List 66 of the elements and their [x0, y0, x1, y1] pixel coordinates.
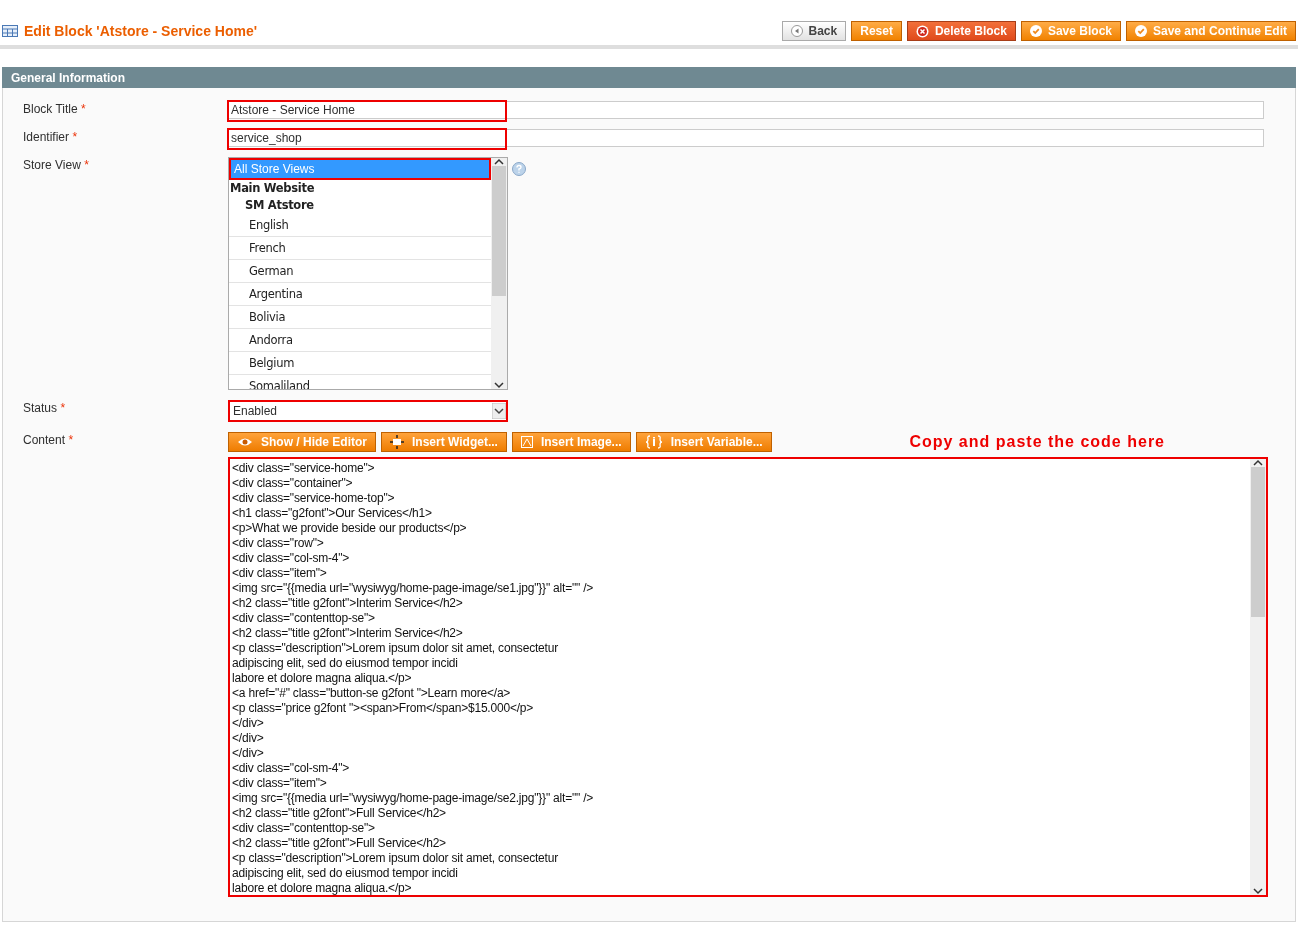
list-option[interactable]: English [229, 214, 491, 237]
code-line: <a href="#" class="button-se g2font ">Learn more</a> [232, 686, 512, 701]
code-line: <div class="col-sm-4"> [232, 761, 351, 776]
list-option[interactable]: French [229, 237, 491, 260]
code-line: <div class="col-sm-4"> [232, 551, 351, 566]
code-line: labore et dolore magna aliqua.</p> [232, 881, 413, 895]
check-icon [1135, 25, 1147, 37]
variable-icon [644, 435, 663, 449]
status-dropdown[interactable]: Enabled [228, 400, 508, 422]
list-option[interactable]: Bolivia [229, 306, 491, 329]
scroll-up-icon[interactable] [494, 158, 504, 166]
block-title-field[interactable]: Atstore - Service Home [228, 101, 1264, 119]
code-line: <p>What we provide beside our products</p> [232, 521, 468, 536]
code-line: labore et dolore magna aliqua.</p> [232, 671, 413, 686]
code-line: <p class="price g2font "><span>From</span>$15.000</p> [232, 701, 535, 716]
code-line: <div class="service-home"> [232, 461, 376, 476]
code-line: <p class="description">Lorem ipsum dolor sit amet, consectetur [232, 851, 559, 866]
code-line: <div class="contenttop-se"> [232, 611, 376, 626]
code-line: <img src="{{media url="wysiwyg/home-page-image/se2.jpg"}}" alt="" /> [232, 791, 595, 806]
list-option[interactable]: Andorra [229, 329, 491, 352]
section-header: General Information [2, 67, 1296, 88]
list-option[interactable]: Argentina [229, 283, 491, 306]
code-line: adipiscing elit, sed do eiusmod tempor incidi [232, 866, 459, 881]
list-option[interactable]: SM Atstore [229, 196, 491, 214]
page-title: Edit Block 'Atstore - Service Home' [24, 23, 258, 39]
code-line: <div class="container"> [232, 476, 354, 491]
caret-icon [492, 403, 506, 419]
field-label: Status * [23, 401, 66, 415]
back-button[interactable]: Back [781, 21, 847, 41]
check-icon [1029, 25, 1042, 37]
code-line: </div> [232, 731, 265, 746]
code-line: </div> [232, 716, 265, 731]
code-line: <h2 class="title g2font">Full Service</h2> [232, 836, 447, 851]
code-line: <div class="item"> [232, 566, 328, 581]
code-line: <div class="item"> [232, 776, 328, 791]
code-line: <h2 class="title g2font">Interim Service</h2> [232, 596, 464, 611]
code-line: </div> [232, 746, 265, 761]
widget-icon [390, 435, 404, 449]
scroll-up-icon[interactable] [1253, 459, 1263, 467]
field-label: Store View * [23, 158, 89, 172]
content-code-field[interactable] [228, 457, 1268, 897]
image-icon [520, 436, 533, 448]
code-line: <h2 class="title g2font">Full Service</h2> [232, 806, 447, 821]
list-option[interactable]: Main Website [229, 180, 491, 196]
code-line: <img src="{{media url="wysiwyg/home-page-image/se1.jpg"}}" alt="" /> [232, 581, 595, 596]
close-icon [915, 24, 929, 38]
field-label: Content * [23, 433, 74, 447]
scroll-down-icon[interactable] [494, 381, 504, 389]
eye-icon [237, 437, 253, 447]
code-line: adipiscing elit, sed do eiusmod tempor incidi [232, 656, 459, 671]
annotation-text: Copy and paste the code here [909, 433, 1165, 451]
scroll-down-icon[interactable] [1253, 887, 1263, 895]
code-line: <div class="service-home-top"> [232, 491, 396, 506]
field-label: Identifier * [23, 130, 78, 144]
field-label: Block Title * [23, 102, 86, 116]
code-line: <div class="row"> [232, 536, 325, 551]
list-option[interactable]: German [229, 260, 491, 283]
code-line: <div class="contenttop-se"> [232, 821, 376, 836]
scrollbar[interactable] [491, 158, 507, 389]
code-line: <h2 class="title g2font">Interim Service</h2> [232, 626, 464, 641]
code-line: <p class="description">Lorem ipsum dolor sit amet, consectetur [232, 641, 559, 656]
code-line: <h1 class="g2font">Our Services</h1> [232, 506, 433, 521]
list-option[interactable]: Belgium [229, 352, 491, 375]
grid-icon [2, 25, 18, 37]
identifier-field[interactable]: service_shop [228, 129, 1264, 147]
scrollbar[interactable] [1250, 459, 1266, 895]
